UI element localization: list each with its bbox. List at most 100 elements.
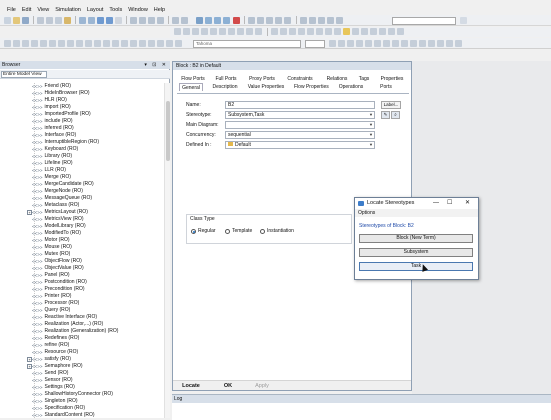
arrow-style-icon[interactable] xyxy=(401,40,408,47)
tree-item[interactable]: <<>> Realization (Actor,...) (RO) xyxy=(32,321,103,328)
zoom-select-icon[interactable] xyxy=(284,17,291,24)
activity-tool-icon[interactable] xyxy=(58,40,65,47)
expand-icon[interactable]: + xyxy=(27,210,32,215)
search-combo[interactable] xyxy=(392,17,456,25)
tree-item[interactable]: <<>> Motor (RO) xyxy=(32,237,70,244)
diagram-tool-icon[interactable] xyxy=(4,40,11,47)
tree-item[interactable]: <<>> Merge (RO) xyxy=(32,174,71,181)
defined-in-field[interactable]: Default ▼ xyxy=(225,141,375,149)
sequence-tool-icon[interactable] xyxy=(67,40,74,47)
snap-icon[interactable] xyxy=(318,17,325,24)
radio-instantiation[interactable]: Instantiation xyxy=(260,228,294,234)
expand-icon[interactable]: + xyxy=(27,364,32,369)
browser-tree[interactable]: <<>> Friend (RO) <<>> HideInBrowser (RO) <<>… xyxy=(0,83,164,418)
chevron-down-icon[interactable]: ▼ xyxy=(369,122,373,128)
stereotype-block-button[interactable]: Block (New Term) xyxy=(359,234,473,243)
tab-flow-ports[interactable]: Flow Ports xyxy=(181,75,205,83)
state-tool-icon[interactable] xyxy=(49,40,56,47)
polygon-icon[interactable] xyxy=(219,28,226,35)
tab-full-ports[interactable]: Full Ports xyxy=(215,75,237,83)
group-icon[interactable] xyxy=(370,28,377,35)
menu-simulation[interactable]: Simulation xyxy=(52,6,84,15)
tree-item[interactable]: <<>> StandardContent (RO) xyxy=(32,412,95,418)
concurrency-field[interactable]: sequential ▼ xyxy=(225,131,375,139)
same-width-icon[interactable] xyxy=(316,28,323,35)
tree-item[interactable]: <<>> MessageQueue (RO) xyxy=(32,195,92,202)
browser-filter-select[interactable]: Entire Model View xyxy=(1,71,47,78)
tree-item[interactable]: <<>> Library (RO) xyxy=(32,153,72,160)
browser-window-controls[interactable]: ▾ ⊡ ✕ xyxy=(144,61,168,69)
text-tool-icon[interactable] xyxy=(166,40,173,47)
arrange-icon[interactable] xyxy=(336,17,343,24)
bold-icon[interactable] xyxy=(329,40,336,47)
run-icon[interactable] xyxy=(223,17,230,24)
search-icon[interactable] xyxy=(460,17,467,24)
make-icon[interactable] xyxy=(214,17,221,24)
font-size-combo[interactable] xyxy=(305,40,325,48)
tree-item[interactable]: <<>> Friend (RO) xyxy=(32,83,71,90)
maximize-icon[interactable]: ☐ xyxy=(447,198,452,209)
layout-center-icon[interactable] xyxy=(280,28,287,35)
stereotype-task-button[interactable]: Task xyxy=(359,262,473,271)
stop-icon[interactable] xyxy=(233,17,240,24)
tab-flow-properties[interactable]: Flow Properties xyxy=(294,83,329,91)
tree-item[interactable]: <<>> Resource (RO) xyxy=(32,349,78,356)
tree-item[interactable]: <<>> Postcondition (RO) xyxy=(32,279,87,286)
tab-tags[interactable]: Tags xyxy=(355,75,373,83)
tree-item[interactable]: <<>> HideInBrowser (RO) xyxy=(32,90,90,97)
output-icon[interactable] xyxy=(148,17,155,24)
format-icon[interactable] xyxy=(419,40,426,47)
save-icon[interactable] xyxy=(22,17,29,24)
tab-value-properties[interactable]: Value Properties xyxy=(247,83,285,91)
zoom-in-icon[interactable] xyxy=(248,17,255,24)
tree-item[interactable]: <<>> ModelLibrary (RO) xyxy=(32,223,86,230)
find-icon[interactable] xyxy=(64,17,71,24)
generate-icon[interactable] xyxy=(205,17,212,24)
layout-right-icon[interactable] xyxy=(289,28,296,35)
usecase-tool-icon[interactable] xyxy=(40,40,47,47)
menu-view[interactable]: View xyxy=(34,6,52,15)
features-icon[interactable] xyxy=(139,17,146,24)
stereotype-locate-icon[interactable]: ⌕ xyxy=(391,111,400,119)
constraint-tool-icon[interactable] xyxy=(112,40,119,47)
port-tool-icon[interactable] xyxy=(130,40,137,47)
menu-edit[interactable]: Edit xyxy=(19,6,34,15)
tree-item[interactable]: <<>> Metaclass (RO) xyxy=(32,202,79,209)
tree-item[interactable]: <<>> Sensor (RO) xyxy=(32,377,73,384)
more-icon[interactable] xyxy=(455,40,462,47)
tree-item[interactable]: <<>> ImportedProfile (RO) xyxy=(32,111,91,118)
tree-item[interactable]: <<>> Send (RO) xyxy=(32,370,68,377)
component-tool-icon[interactable] xyxy=(76,40,83,47)
check-model-icon[interactable] xyxy=(196,17,203,24)
rectangle-icon[interactable] xyxy=(183,28,190,35)
pan-icon[interactable] xyxy=(275,17,282,24)
flow-tool-icon[interactable] xyxy=(121,40,128,47)
frame-icon[interactable] xyxy=(246,28,253,35)
locate-button[interactable]: Locate xyxy=(177,382,205,390)
menu-help[interactable]: Help xyxy=(151,6,168,15)
tree-item[interactable]: <<>> Mutex (RO) xyxy=(32,251,70,258)
tab-properties[interactable]: Properties xyxy=(379,75,405,83)
send-back-icon[interactable] xyxy=(352,28,359,35)
tree-item[interactable]: <<>> inferred (RO) xyxy=(32,125,74,132)
forward-icon[interactable] xyxy=(106,17,113,24)
text-icon[interactable] xyxy=(192,28,199,35)
shadow-icon[interactable] xyxy=(410,40,417,47)
open-icon[interactable] xyxy=(13,17,20,24)
locate-icon[interactable] xyxy=(181,17,188,24)
tree-item[interactable]: <<>> Settings (RO) xyxy=(32,384,75,391)
line-style-icon[interactable] xyxy=(392,40,399,47)
radio-template[interactable]: Template xyxy=(225,228,252,234)
diagram-icon[interactable] xyxy=(157,17,164,24)
zoom-fit-icon[interactable] xyxy=(266,17,273,24)
flip-icon[interactable] xyxy=(397,28,404,35)
chevron-down-icon[interactable]: ▼ xyxy=(369,142,373,148)
tree-item[interactable]: <<>> Mouse (RO) xyxy=(32,244,72,251)
tree-item[interactable]: <<>> HLR (RO) xyxy=(32,97,67,104)
layout-icon[interactable] xyxy=(300,17,307,24)
label-button[interactable]: Label... xyxy=(381,101,401,109)
menu-file[interactable]: File xyxy=(4,6,19,15)
layout-top-icon[interactable] xyxy=(298,28,305,35)
tree-item[interactable]: <<>> refine (RO) xyxy=(32,342,69,349)
minimize-icon[interactable]: — xyxy=(433,198,439,209)
